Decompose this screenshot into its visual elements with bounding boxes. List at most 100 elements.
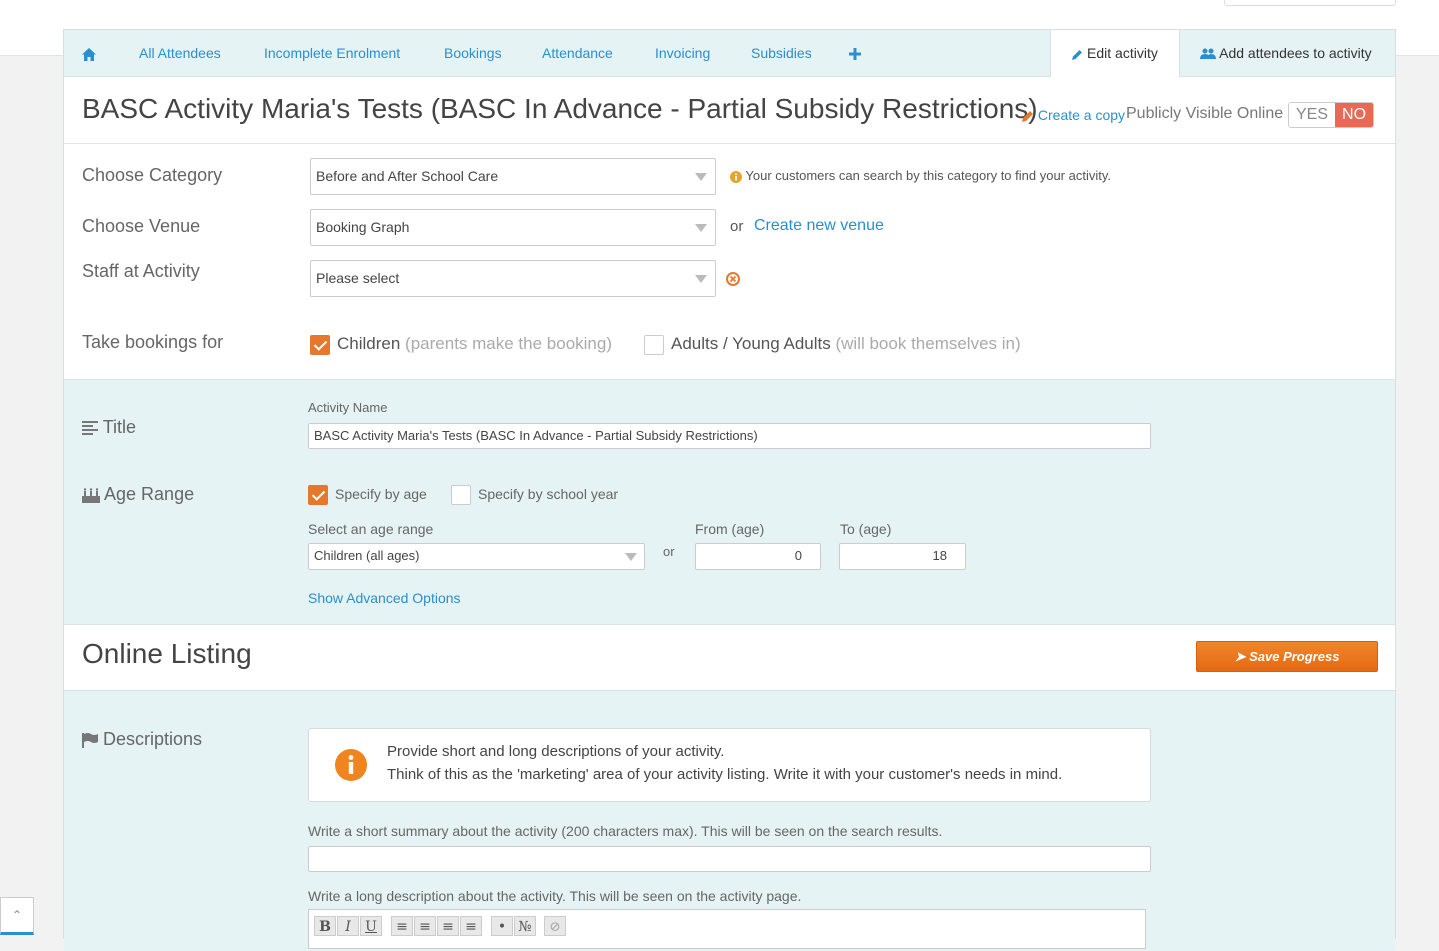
- age-range-select[interactable]: Children (all ages): [308, 543, 645, 570]
- publicly-visible-label: Publicly Visible Online: [1126, 105, 1284, 122]
- scroll-top-button[interactable]: ⌃: [0, 897, 34, 935]
- title-age-section: Title Activity Name BASC Activity Maria'…: [64, 379, 1395, 625]
- save-progress-button[interactable]: ➤ Save Progress: [1196, 641, 1378, 672]
- category-hint: Your customers can search by this catego…: [730, 168, 1111, 183]
- long-description-editor[interactable]: B I U ≡ ≡ ≡ ≡ • № ⊘: [308, 909, 1146, 949]
- specify-by-age-checkbox[interactable]: [308, 485, 328, 505]
- children-note: (parents make the booking): [405, 334, 612, 353]
- home-icon[interactable]: [82, 30, 96, 76]
- chevron-up-icon: ⌃: [11, 908, 23, 922]
- tab-all-attendees[interactable]: All Attendees: [139, 30, 221, 76]
- create-copy-label: Create a copy: [1037, 107, 1126, 123]
- children-checkbox[interactable]: [310, 335, 330, 355]
- from-age-input[interactable]: 0: [695, 543, 821, 570]
- age-range-select-value: Children (all ages): [314, 548, 420, 563]
- title-label-text: Title: [102, 417, 137, 437]
- chevron-down-icon: [625, 553, 637, 561]
- tab-add-attendees-label: Add attendees to activity: [1219, 45, 1372, 61]
- align-right-icon[interactable]: ≡: [437, 916, 459, 936]
- bookings-label: Take bookings for: [82, 332, 224, 352]
- create-venue-link[interactable]: Create new venue: [754, 217, 884, 235]
- category-select[interactable]: Before and After School Care: [310, 158, 716, 195]
- adults-label: Adults / Young Adults: [671, 334, 831, 353]
- chevron-down-icon: [695, 275, 707, 283]
- editor-list-group: • №: [491, 916, 537, 936]
- align-justify-icon[interactable]: ≡: [460, 916, 482, 936]
- descriptions-section-label: Descriptions: [82, 729, 202, 750]
- adults-checkbox[interactable]: [644, 335, 664, 355]
- age-section-label: Age Range: [82, 484, 194, 505]
- bold-button[interactable]: B: [314, 916, 336, 936]
- staff-select[interactable]: Please select: [310, 260, 716, 297]
- tab-add-attendees[interactable]: Add attendees to activity: [1200, 30, 1372, 76]
- specify-by-age-label: Specify by age: [335, 486, 427, 502]
- visibility-toggle[interactable]: YES NO: [1288, 102, 1375, 128]
- tab-bookings[interactable]: Bookings: [444, 30, 502, 76]
- save-progress-label: Save Progress: [1249, 649, 1340, 664]
- pencil-icon: [1022, 111, 1033, 123]
- age-label-text: Age Range: [104, 484, 195, 504]
- activity-name-value: BASC Activity Maria's Tests (BASC In Adv…: [314, 428, 758, 443]
- specify-by-school-year-checkbox[interactable]: [451, 485, 471, 505]
- from-age-label: From (age): [695, 521, 765, 537]
- clear-format-icon[interactable]: ⊘: [544, 916, 566, 936]
- to-age-label: To (age): [840, 521, 892, 537]
- birthday-cake-icon: [82, 488, 100, 503]
- short-summary-label: Write a short summary about the activity…: [308, 823, 943, 839]
- visibility-no[interactable]: NO: [1335, 103, 1374, 127]
- long-description-label: Write a long description about the activ…: [308, 888, 802, 904]
- numbered-list-icon[interactable]: №: [514, 916, 536, 936]
- to-age-input[interactable]: 18: [839, 543, 966, 570]
- editor-clear-group: ⊘: [544, 916, 567, 936]
- top-search-box[interactable]: [1224, 0, 1396, 6]
- venue-select[interactable]: Booking Graph: [310, 209, 716, 246]
- italic-button[interactable]: I: [337, 916, 359, 936]
- category-hint-text: Your customers can search by this catego…: [745, 168, 1112, 183]
- category-label: Choose Category: [82, 165, 223, 185]
- clear-icon[interactable]: [726, 272, 740, 286]
- age-or: or: [663, 544, 675, 559]
- underline-button[interactable]: U: [360, 916, 382, 936]
- tab-edit-activity-label: Edit activity: [1087, 45, 1158, 61]
- create-copy-link[interactable]: Create a copy: [1022, 107, 1125, 123]
- flag-icon: [82, 732, 98, 748]
- staff-select-value: Please select: [316, 270, 400, 286]
- visibility-yes[interactable]: YES: [1289, 103, 1336, 127]
- info-line-1: Provide short and long descriptions of y…: [387, 743, 725, 760]
- tab-edit-activity[interactable]: Edit activity: [1050, 30, 1180, 77]
- specify-by-school-year-label: Specify by school year: [478, 486, 619, 502]
- align-center-icon[interactable]: ≡: [414, 916, 436, 936]
- venue-or: or: [730, 218, 744, 235]
- venue-label: Choose Venue: [82, 216, 201, 236]
- show-advanced-options-link[interactable]: Show Advanced Options: [308, 590, 461, 606]
- arrow-right-icon: ➤: [1234, 649, 1246, 664]
- tab-subsidies[interactable]: Subsidies: [751, 30, 812, 76]
- tab-invoicing[interactable]: Invoicing: [655, 30, 710, 76]
- short-summary-input[interactable]: [308, 846, 1151, 872]
- chevron-down-icon: [695, 224, 707, 232]
- align-left-icon[interactable]: ≡: [391, 916, 413, 936]
- children-label: Children: [337, 334, 401, 353]
- tab-attendance[interactable]: Attendance: [542, 30, 613, 76]
- category-select-value: Before and After School Care: [316, 168, 499, 184]
- descriptions-label-text: Descriptions: [103, 729, 203, 749]
- pencil-icon: [1072, 49, 1083, 60]
- children-option: Children (parents make the booking): [337, 334, 612, 354]
- align-left-icon: [82, 421, 98, 436]
- age-range-select-label: Select an age range: [308, 521, 434, 537]
- chevron-down-icon: [695, 173, 707, 181]
- adults-option: Adults / Young Adults (will book themsel…: [671, 334, 1021, 354]
- staff-label: Staff at Activity: [82, 261, 200, 281]
- activity-name-input[interactable]: BASC Activity Maria's Tests (BASC In Adv…: [308, 423, 1151, 449]
- activity-nav: All Attendees Incomplete Enrolment Booki…: [64, 30, 1395, 77]
- info-line-2: Think of this as the 'marketing' area of…: [387, 766, 1063, 783]
- bullet-list-icon[interactable]: •: [491, 916, 513, 936]
- tab-incomplete-enrolment[interactable]: Incomplete Enrolment: [264, 30, 400, 76]
- plus-icon[interactable]: [849, 30, 861, 76]
- divider: [64, 143, 1395, 144]
- title-section-label: Title: [82, 417, 136, 438]
- editor-align-group: ≡ ≡ ≡ ≡: [391, 916, 483, 936]
- from-age-value: 0: [794, 548, 802, 563]
- info-icon: [335, 749, 367, 781]
- to-age-value: 18: [932, 548, 947, 563]
